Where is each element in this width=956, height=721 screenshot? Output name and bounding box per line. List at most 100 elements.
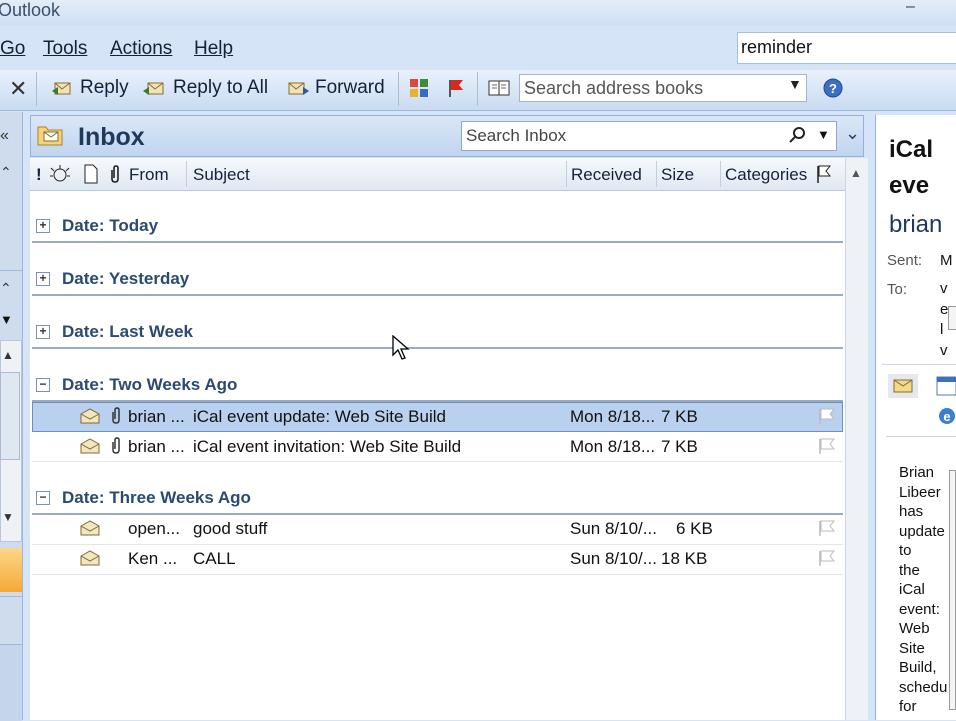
flag-outline-icon[interactable] — [817, 406, 837, 426]
reply-button[interactable]: Reply — [52, 77, 129, 99]
svg-text:?: ? — [829, 81, 837, 96]
scroll-down-icon[interactable]: ▼ — [2, 510, 14, 524]
reading-sender: brian — [889, 211, 943, 238]
reply-all-icon — [143, 82, 164, 95]
message-from[interactable]: open... — [128, 519, 180, 539]
message-subject: iCal event update: Web Site Build — [193, 407, 446, 426]
menu-help[interactable]: Help — [194, 38, 233, 60]
message-subject[interactable]: iCal event invitation: Web Site Build — [193, 437, 461, 457]
message-received[interactable]: Mon 8/18... — [570, 437, 655, 457]
row-divider — [32, 574, 843, 575]
attachment-icon — [112, 437, 120, 454]
categorize-icon[interactable] — [409, 78, 429, 98]
reading-subject: iCal eve — [889, 136, 934, 199]
chevron-down-icon[interactable]: ▼ — [788, 76, 802, 92]
group-header-today[interactable]: + Date: Today — [36, 216, 158, 236]
nav-scroll-thumb[interactable] — [0, 372, 20, 460]
group-divider — [32, 294, 843, 296]
message-list-scrollbar[interactable] — [845, 158, 868, 720]
from-column-header[interactable]: From — [129, 165, 169, 185]
flag-outline-icon[interactable] — [817, 436, 837, 456]
group-header-three-weeks-ago[interactable]: − Date: Three Weeks Ago — [36, 488, 251, 508]
flag-outline-icon[interactable] — [817, 518, 837, 538]
expand-icon[interactable]: + — [36, 325, 50, 339]
subject-column-header[interactable]: Subject — [193, 165, 250, 185]
nav-button-mail-selected[interactable] — [0, 548, 22, 592]
search-inbox-input[interactable]: Search Inbox — [461, 121, 837, 151]
flag-outline-icon[interactable] — [817, 548, 837, 568]
message-size[interactable]: 18 KB — [661, 549, 707, 569]
forward-button[interactable]: Forward — [287, 77, 385, 99]
flag-icon[interactable] — [446, 78, 466, 98]
row-divider — [32, 461, 843, 462]
categories-column-header[interactable]: Categories — [725, 165, 807, 185]
flag-status-column-icon[interactable] — [815, 164, 833, 184]
sent-label: Sent: — [887, 252, 923, 269]
received-column-header[interactable]: Received — [571, 165, 642, 185]
nav-button[interactable] — [0, 596, 22, 641]
mouse-cursor-icon — [392, 335, 410, 360]
collapse-up-icon[interactable]: ⌃ — [0, 280, 12, 297]
message-received[interactable]: Sun 8/10/... — [570, 519, 657, 539]
help-search-input[interactable]: reminder — [737, 32, 956, 64]
sent-value: M — [940, 252, 953, 269]
address-book-search[interactable]: Search address books — [519, 74, 807, 102]
collapse-up-icon[interactable]: ⌃ — [0, 164, 12, 181]
read-envelope-icon — [80, 520, 100, 536]
message-size[interactable]: 7 KB — [661, 437, 698, 457]
expand-query-icon[interactable]: ⌄ — [845, 123, 860, 144]
message-subject[interactable]: good stuff — [193, 519, 267, 539]
group-header-yesterday[interactable]: + Date: Yesterday — [36, 269, 189, 289]
search-options-dropdown[interactable]: ▼ — [817, 127, 830, 142]
help-icon[interactable]: ? — [823, 78, 843, 98]
column-divider — [656, 161, 657, 187]
scroll-up-icon[interactable]: ▲ — [2, 348, 14, 362]
menu-go[interactable]: Go — [0, 38, 25, 60]
delete-icon[interactable]: ✕ — [9, 76, 27, 102]
menu-tools[interactable]: Tools — [43, 38, 87, 60]
message-size[interactable]: 6 KB — [676, 519, 713, 539]
address-book-icon[interactable] — [488, 79, 510, 97]
attachment-icon — [112, 407, 120, 424]
message-subject[interactable]: CALL — [193, 549, 236, 569]
to-label: To: — [887, 281, 908, 298]
divider — [882, 364, 956, 365]
menu-actions[interactable]: Actions — [110, 38, 172, 60]
nav-button[interactable] — [0, 644, 22, 721]
group-header-two-weeks-ago[interactable]: − Date: Two Weeks Ago — [36, 375, 237, 395]
scroll-up-icon[interactable]: ▲ — [850, 166, 862, 180]
browser-icon[interactable]: e — [934, 405, 956, 427]
icon-column-icon[interactable] — [83, 164, 99, 184]
toolbar-separator — [398, 72, 399, 106]
envelope-icon[interactable] — [888, 374, 918, 398]
reply-all-button[interactable]: Reply to All — [143, 77, 268, 99]
message-from[interactable]: brian ... — [128, 437, 185, 457]
divider — [886, 436, 956, 437]
forward-icon — [288, 82, 309, 95]
attachment-column-icon[interactable] — [108, 164, 122, 184]
collapse-icon[interactable]: − — [36, 378, 50, 392]
recipients-scrollbar[interactable] — [948, 306, 956, 330]
expand-nav-icon[interactable]: « — [0, 127, 9, 145]
chevron-down-icon[interactable]: ▼ — [0, 312, 13, 327]
message-received[interactable]: Sun 8/10/... — [570, 549, 657, 569]
inbox-folder-icon — [37, 126, 63, 146]
expand-icon[interactable]: + — [36, 272, 50, 286]
importance-column-icon[interactable]: ! — [36, 165, 42, 185]
reminder-column-icon[interactable] — [49, 164, 71, 184]
calendar-icon[interactable] — [934, 375, 956, 397]
group-header-last-week[interactable]: + Date: Last Week — [36, 322, 193, 342]
search-icon[interactable] — [789, 126, 807, 144]
size-column-header[interactable]: Size — [661, 165, 694, 185]
collapse-icon[interactable]: − — [36, 491, 50, 505]
read-envelope-icon — [80, 438, 100, 454]
column-divider — [720, 161, 721, 187]
expand-icon[interactable]: + — [36, 219, 50, 233]
reply-icon — [52, 82, 71, 95]
body-scrollbar[interactable] — [949, 470, 956, 710]
message-from[interactable]: Ken ... — [128, 549, 177, 569]
group-divider — [32, 513, 843, 515]
svg-text:e: e — [943, 409, 950, 424]
inbox-title: Inbox — [78, 123, 145, 151]
minimize-button[interactable]: – — [906, 0, 915, 16]
